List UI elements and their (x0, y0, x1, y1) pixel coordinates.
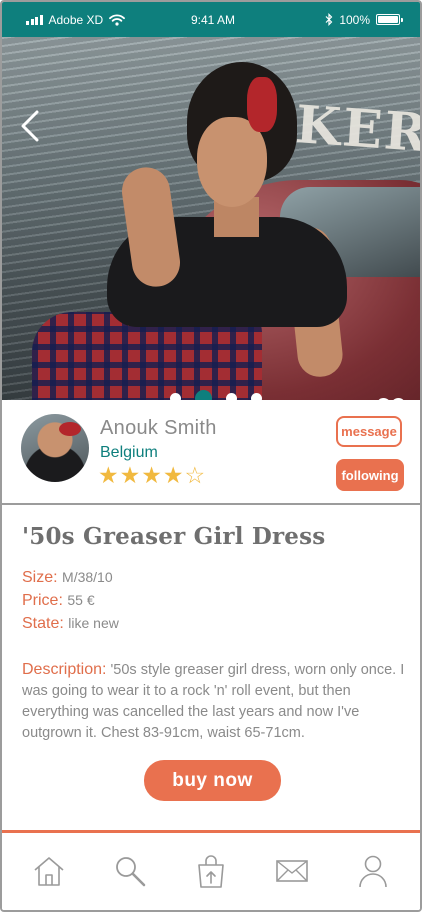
product-state: State: like new (22, 615, 119, 633)
shopping-bag-icon (198, 854, 224, 888)
wifi-icon (109, 13, 126, 26)
status-time: 9:41 AM (190, 12, 236, 27)
seller-rating: ★ ★ ★ ★ ☆ (98, 464, 205, 487)
tab-sell[interactable] (191, 851, 231, 891)
battery-percent: 100% (339, 12, 371, 27)
home-icon (34, 856, 64, 886)
seller-avatar[interactable] (21, 414, 89, 482)
phone-frame: Adobe XD 9:41 AM 100% NKER Anouk Smith B… (0, 0, 422, 912)
battery-icon (376, 14, 404, 25)
seller-section: Anouk Smith Belgium ★ ★ ★ ★ ☆ message follow… (2, 400, 420, 505)
chevron-left-icon (21, 110, 39, 142)
price-value: 55 € (67, 592, 95, 608)
tab-profile[interactable] (353, 851, 393, 891)
mail-icon (276, 859, 308, 882)
search-icon (115, 856, 146, 886)
bottom-tab-bar (2, 830, 420, 910)
star-filled-icon: ★ (119, 462, 141, 488)
star-filled-icon: ★ (162, 462, 184, 488)
carousel-dot[interactable] (251, 393, 262, 400)
product-size: Size: M/38/10 (22, 569, 113, 587)
following-button[interactable]: following (336, 459, 404, 491)
state-label: State: (22, 615, 64, 632)
star-empty-icon: ☆ (184, 462, 206, 488)
signal-icon (26, 14, 43, 25)
carrier-label: Adobe XD (48, 12, 104, 27)
carousel-dot[interactable] (170, 393, 181, 400)
product-photo[interactable]: NKER (2, 37, 420, 400)
size-value: M/38/10 (62, 569, 113, 585)
product-price: Price: 55 € (22, 592, 95, 610)
back-button[interactable] (18, 109, 42, 143)
buy-now-button[interactable]: buy now (144, 760, 281, 801)
seller-country: Belgium (100, 444, 158, 461)
message-button[interactable]: message (336, 416, 402, 447)
product-title: '50s Greaser Girl Dress (22, 523, 326, 550)
carousel-dot[interactable] (226, 393, 237, 400)
tab-home[interactable] (29, 851, 69, 891)
seller-name[interactable]: Anouk Smith (100, 417, 217, 440)
tab-search[interactable] (110, 851, 150, 891)
state-value: like new (68, 615, 119, 631)
carousel-dot[interactable] (195, 390, 212, 400)
carousel-indicator[interactable] (2, 390, 420, 400)
product-description: Description: '50s style greaser girl dre… (22, 659, 406, 744)
description-label: Description: (22, 661, 107, 678)
star-filled-icon: ★ (98, 462, 119, 488)
size-label: Size: (22, 569, 58, 586)
star-filled-icon: ★ (141, 462, 162, 488)
user-icon (359, 855, 388, 887)
price-label: Price: (22, 592, 63, 609)
status-bar: Adobe XD 9:41 AM 100% (2, 2, 420, 37)
tab-messages[interactable] (272, 851, 312, 891)
bluetooth-icon (325, 13, 333, 26)
